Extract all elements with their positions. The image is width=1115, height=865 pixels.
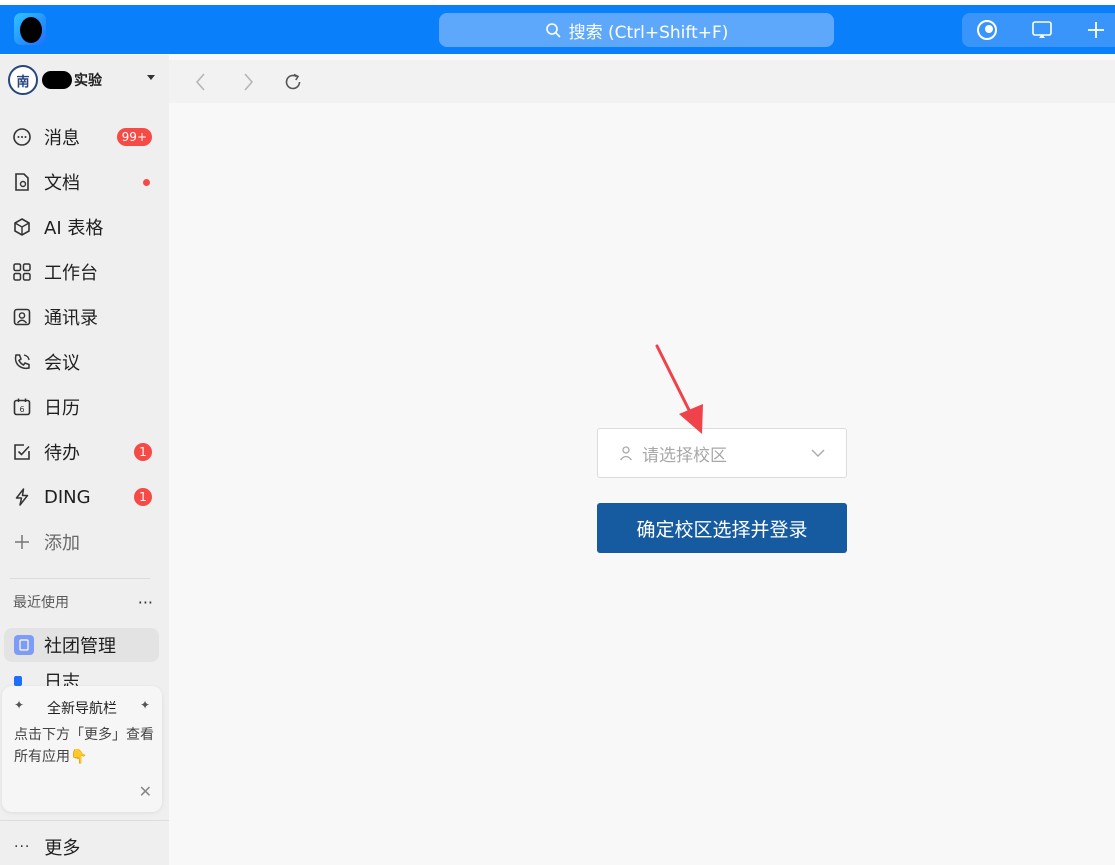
user-icon	[618, 445, 634, 461]
plus-icon	[10, 530, 34, 554]
title-bar-actions	[962, 13, 1115, 47]
screen-cast-button[interactable]	[1022, 13, 1062, 47]
grid-icon	[10, 260, 34, 284]
sidebar-item-label: 日历	[44, 398, 80, 419]
sidebar-item-messages[interactable]: 消息 99+	[10, 119, 160, 155]
close-icon[interactable]: ✕	[139, 782, 152, 801]
sidebar-item-contacts[interactable]: 通讯录	[10, 299, 160, 335]
calendar-day: 6	[19, 405, 24, 414]
campus-select-placeholder: 请选择校区	[642, 445, 727, 466]
search-placeholder: 搜索 (Ctrl+Shift+F)	[568, 22, 729, 43]
recent-section-header: 最近使用 ···	[13, 592, 153, 612]
sidebar-item-todo[interactable]: 待办 1	[10, 434, 160, 470]
tip-body: 点击下方「更多」查看所有应用👇	[14, 727, 154, 765]
app-logo-icon[interactable]	[14, 13, 46, 45]
contacts-icon	[10, 305, 34, 329]
sidebar-item-label: DING	[44, 486, 91, 508]
chevron-left-icon	[195, 73, 205, 91]
cube-icon	[10, 215, 34, 239]
recent-section-title: 最近使用	[13, 595, 69, 611]
org-name: 实验	[74, 73, 102, 89]
chevron-down-icon	[810, 447, 826, 459]
sidebar-item-label: 消息	[44, 128, 80, 149]
new-nav-tip-card: ✦ 全新导航栏 ✦ 点击下方「更多」查看所有应用👇 ✕	[2, 686, 162, 812]
sidebar: 南 实验 消息 99+ 文档 AI 表格 工作台 通讯录 会议 6 日历 待办 …	[0, 55, 169, 865]
back-button[interactable]	[187, 68, 215, 96]
title-bar: 搜索 (Ctrl+Shift+F)	[0, 0, 1115, 55]
sidebar-item-ding[interactable]: DING 1	[10, 479, 160, 515]
chat-bubble-icon	[10, 125, 34, 149]
recent-item-club-management[interactable]: 社团管理	[4, 628, 159, 662]
plus-icon	[1088, 22, 1104, 38]
ai-assistant-icon	[977, 20, 997, 40]
search-bar[interactable]: 搜索 (Ctrl+Shift+F)	[439, 13, 834, 47]
sidebar-item-label: 工作台	[44, 263, 98, 284]
sidebar-item-label: 会议	[44, 353, 80, 374]
unread-badge: 1	[134, 443, 152, 461]
sidebar-item-label: 文档	[44, 173, 80, 194]
redacted-blot	[42, 71, 72, 89]
log-app-icon	[14, 676, 22, 686]
sidebar-item-label: 更多	[44, 838, 81, 859]
ai-assistant-button[interactable]	[967, 13, 1007, 47]
unread-dot	[143, 179, 150, 186]
sparkle-icon: ✦	[139, 698, 150, 712]
main-content: 请选择校区 确定校区选择并登录	[169, 55, 1115, 865]
sidebar-item-label: AI 表格	[44, 218, 104, 239]
phone-icon	[10, 350, 34, 374]
browser-toolbar	[169, 60, 1115, 103]
tip-title: 全新导航栏	[47, 701, 117, 717]
sidebar-item-add[interactable]: 添加	[10, 524, 160, 560]
confirm-campus-login-button[interactable]: 确定校区选择并登录	[597, 503, 847, 553]
more-dots-icon: ···	[14, 839, 31, 855]
sidebar-item-ai-table[interactable]: AI 表格	[10, 209, 160, 245]
checkbox-icon	[10, 440, 34, 464]
sidebar-item-label: 待办	[44, 443, 80, 464]
unread-badge: 99+	[116, 128, 152, 146]
refresh-icon	[285, 73, 301, 90]
sidebar-divider	[10, 578, 150, 579]
new-button[interactable]	[1076, 13, 1115, 47]
document-icon	[10, 170, 34, 194]
recent-item-label: 社团管理	[44, 636, 116, 657]
doc-app-icon	[14, 635, 34, 655]
campus-select[interactable]: 请选择校区	[597, 428, 847, 478]
sidebar-bottom-divider	[0, 820, 169, 821]
sidebar-item-label: 添加	[44, 533, 80, 554]
sidebar-item-more[interactable]: ··· 更多	[14, 832, 80, 862]
unread-badge: 1	[134, 488, 152, 506]
sidebar-item-calendar[interactable]: 6 日历	[10, 389, 160, 425]
org-switcher[interactable]: 南 实验	[8, 65, 163, 95]
sidebar-item-docs[interactable]: 文档	[10, 164, 160, 200]
refresh-button[interactable]	[279, 68, 307, 96]
sidebar-item-meetings[interactable]: 会议	[10, 344, 160, 380]
chevron-right-icon	[244, 73, 254, 91]
screen-cast-icon	[1032, 21, 1052, 38]
calendar-icon: 6	[10, 395, 34, 419]
app-window: 搜索 (Ctrl+Shift+F) 南 实验 消息 99+ 文档 AI 表格 工…	[0, 0, 1115, 865]
search-icon	[545, 23, 560, 38]
caret-down-icon	[147, 75, 155, 80]
sidebar-item-label: 通讯录	[44, 308, 98, 329]
org-avatar: 南	[8, 65, 38, 95]
recent-more-button[interactable]: ···	[138, 593, 153, 612]
annotation-arrow-icon	[655, 344, 703, 434]
lightning-icon	[10, 485, 34, 509]
forward-button[interactable]	[234, 68, 262, 96]
sidebar-item-workbench[interactable]: 工作台	[10, 254, 160, 290]
